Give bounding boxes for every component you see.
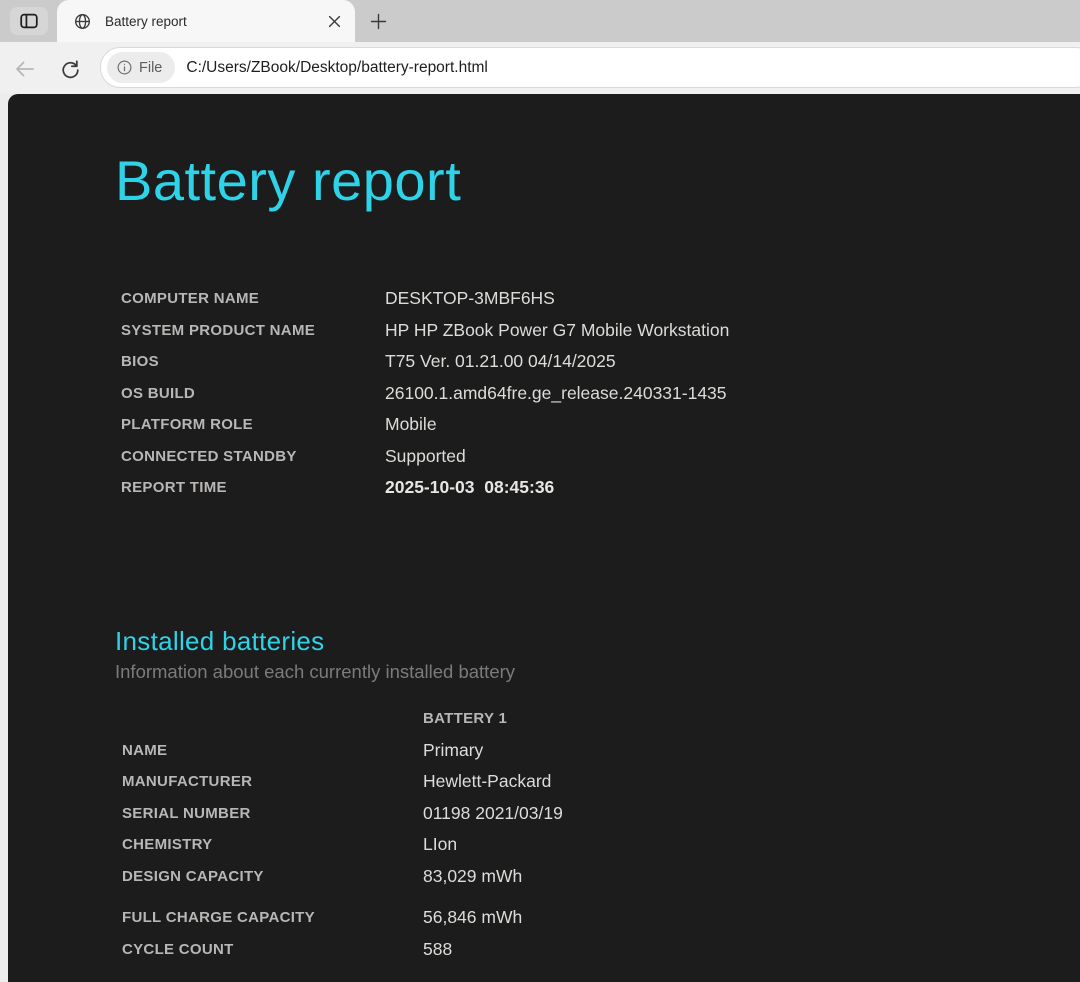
refresh-icon [59,58,82,81]
table-header-row: BATTERY 1 [122,703,563,735]
arrow-left-icon [13,57,37,81]
back-button[interactable] [10,54,40,84]
refresh-button[interactable] [55,54,85,84]
file-badge-label: File [139,59,163,76]
row-label: CONNECTED STANDBY [121,447,297,465]
row-value: 01198 2021/03/19 [423,802,563,823]
tab-title: Battery report [105,13,187,29]
row-label: REPORT TIME [121,479,227,497]
tab-actions-icon [18,10,40,32]
row-value: 26100.1.amd64fre.ge_release.240331-1435 [385,382,727,403]
row-label: CHEMISTRY [122,836,213,854]
table-row: REPORT TIME 2025-10-03 08:45:36 [121,472,729,504]
table-row: BIOS T75 Ver. 01.21.00 04/14/2025 [121,346,729,378]
row-label: COMPUTER NAME [121,290,260,308]
installed-batteries-table: BATTERY 1 NAME Primary MANUFACTURER Hewl… [122,703,563,965]
row-label: DESIGN CAPACITY [122,867,264,885]
address-toolbar: File C:/Users/ZBook/Desktop/battery-repo… [0,42,1080,94]
table-row: SYSTEM PRODUCT NAME HP HP ZBook Power G7… [121,315,729,347]
installed-batteries-section: Installed batteries Information about ea… [115,625,515,685]
row-label: PLATFORM ROLE [121,416,253,434]
row-label: CYCLE COUNT [122,940,234,958]
table-row: OS BUILD 26100.1.amd64fre.ge_release.240… [121,378,729,410]
row-label: MANUFACTURER [122,773,253,791]
row-value: DESKTOP-3MBF6HS [385,288,555,309]
table-row: SERIAL NUMBER 01198 2021/03/19 [122,798,563,830]
battery-column-header: BATTERY 1 [423,710,508,728]
globe-icon [73,12,92,31]
table-row: NAME Primary [122,735,563,767]
row-label: BIOS [121,353,159,371]
url-text: C:/Users/ZBook/Desktop/battery-report.ht… [186,58,488,76]
tab-strip: Battery report [0,0,1080,42]
row-value: Mobile [385,414,437,435]
row-label: SYSTEM PRODUCT NAME [121,321,316,339]
section-subtitle: Information about each currently install… [115,661,516,682]
row-value: Supported [385,445,466,466]
tab-actions-button[interactable] [10,7,48,35]
table-row: PLATFORM ROLE Mobile [121,409,729,441]
page-title: Battery report [115,149,462,212]
row-label: OS BUILD [121,384,196,402]
row-label: FULL CHARGE CAPACITY [122,909,315,927]
row-value: T75 Ver. 01.21.00 04/14/2025 [385,351,616,372]
close-tab-button[interactable] [321,8,347,34]
table-row: CONNECTED STANDBY Supported [121,441,729,473]
row-value: Primary [423,739,484,760]
row-value: 588 [423,938,453,959]
row-value-report-time: 2025-10-03 08:45:36 [385,477,555,498]
address-bar[interactable]: File C:/Users/ZBook/Desktop/battery-repo… [100,47,1080,88]
table-row: CYCLE COUNT 588 [122,934,563,966]
browser-tab-battery-report[interactable]: Battery report [57,0,355,42]
table-row: FULL CHARGE CAPACITY 56,846 mWh [122,902,563,934]
table-row: COMPUTER NAME DESKTOP-3MBF6HS [121,283,729,315]
site-info-badge[interactable]: File [107,52,176,83]
new-tab-button[interactable] [362,6,394,36]
row-label: SERIAL NUMBER [122,804,251,822]
section-title: Installed batteries [115,626,325,656]
row-label: NAME [122,741,168,759]
table-row: MANUFACTURER Hewlett-Packard [122,766,563,798]
table-row: CHEMISTRY LIon [122,829,563,861]
row-value: LIon [423,834,458,855]
info-icon [116,59,133,76]
row-value: Hewlett-Packard [423,771,552,792]
table-row: DESIGN CAPACITY 83,029 mWh [122,861,563,893]
row-value: 56,846 mWh [423,907,523,928]
row-value: HP HP ZBook Power G7 Mobile Workstation [385,319,730,340]
row-value: 83,029 mWh [423,865,523,886]
web-content-battery-report: Battery report COMPUTER NAME DESKTOP-3MB… [8,94,1080,982]
system-info-table: COMPUTER NAME DESKTOP-3MBF6HS SYSTEM PRO… [121,283,729,504]
plus-icon [368,11,389,32]
